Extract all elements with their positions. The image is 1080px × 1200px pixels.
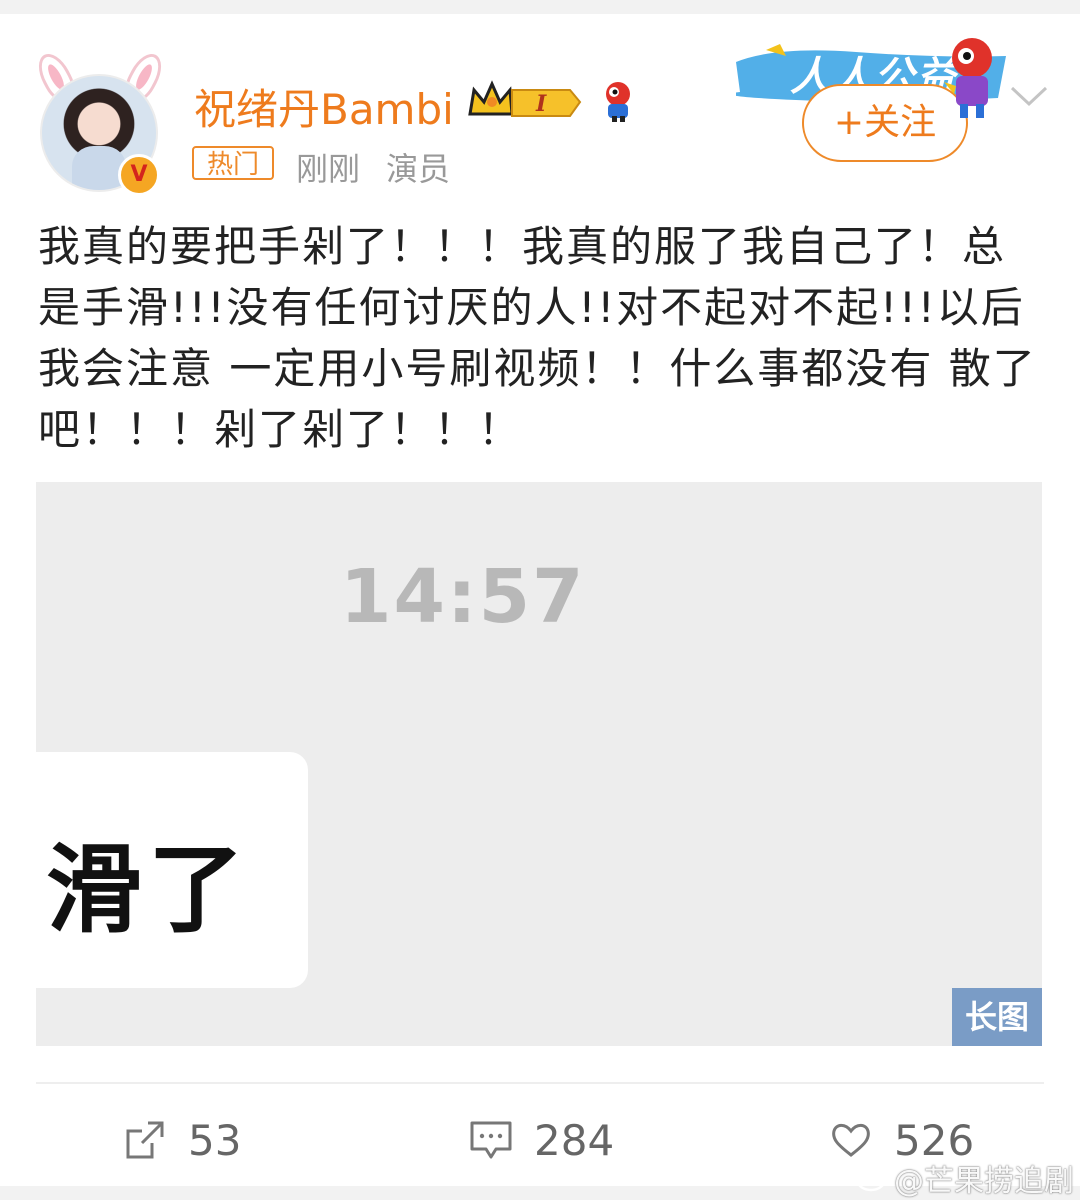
post-text: 我真的要把手剁了！！！我真的服了我自己了！总是手滑!!!没有任何讨厌的人!!对不… xyxy=(38,222,1037,454)
comment-icon xyxy=(470,1121,512,1159)
post-time: 刚刚 xyxy=(296,150,361,188)
comment-button[interactable]: 284 xyxy=(468,1112,614,1168)
share-icon xyxy=(126,1121,164,1159)
verified-badge-icon: V xyxy=(118,154,160,196)
watermark: @芒果捞追剧 xyxy=(856,1156,1074,1200)
crown-level-icon: I xyxy=(468,80,582,117)
username[interactable]: 祝绪丹Bambi xyxy=(194,76,454,137)
avatar[interactable]: V xyxy=(31,48,169,196)
chevron-down-icon[interactable] xyxy=(1008,80,1050,110)
watermark-text: @芒果捞追剧 xyxy=(894,1164,1074,1199)
divider xyxy=(36,1082,1044,1084)
share-button[interactable]: 53 xyxy=(122,1112,241,1168)
mascot-icon xyxy=(606,82,630,122)
chat-bubble: 滑了 xyxy=(36,752,308,988)
post-image[interactable]: 14:57 滑了 长图 xyxy=(36,482,1042,1046)
long-image-badge: 长图 xyxy=(952,988,1042,1046)
weibo-post-card: V 祝绪丹Bambi I 热门 刚刚 演员 人人公益 +关注 我真的要把手剁了！… xyxy=(0,14,1080,1199)
share-count: 53 xyxy=(188,1115,242,1165)
post-source: 演员 xyxy=(386,150,451,188)
image-timestamp: 14:57 xyxy=(340,554,586,640)
crown-level-text: I xyxy=(535,91,547,117)
weibo-logo-icon xyxy=(856,1166,890,1192)
hot-tag: 热门 xyxy=(192,146,274,180)
comment-count: 284 xyxy=(534,1115,615,1165)
chat-bubble-text: 滑了 xyxy=(46,834,250,946)
mascot-promo-icon xyxy=(944,38,992,118)
